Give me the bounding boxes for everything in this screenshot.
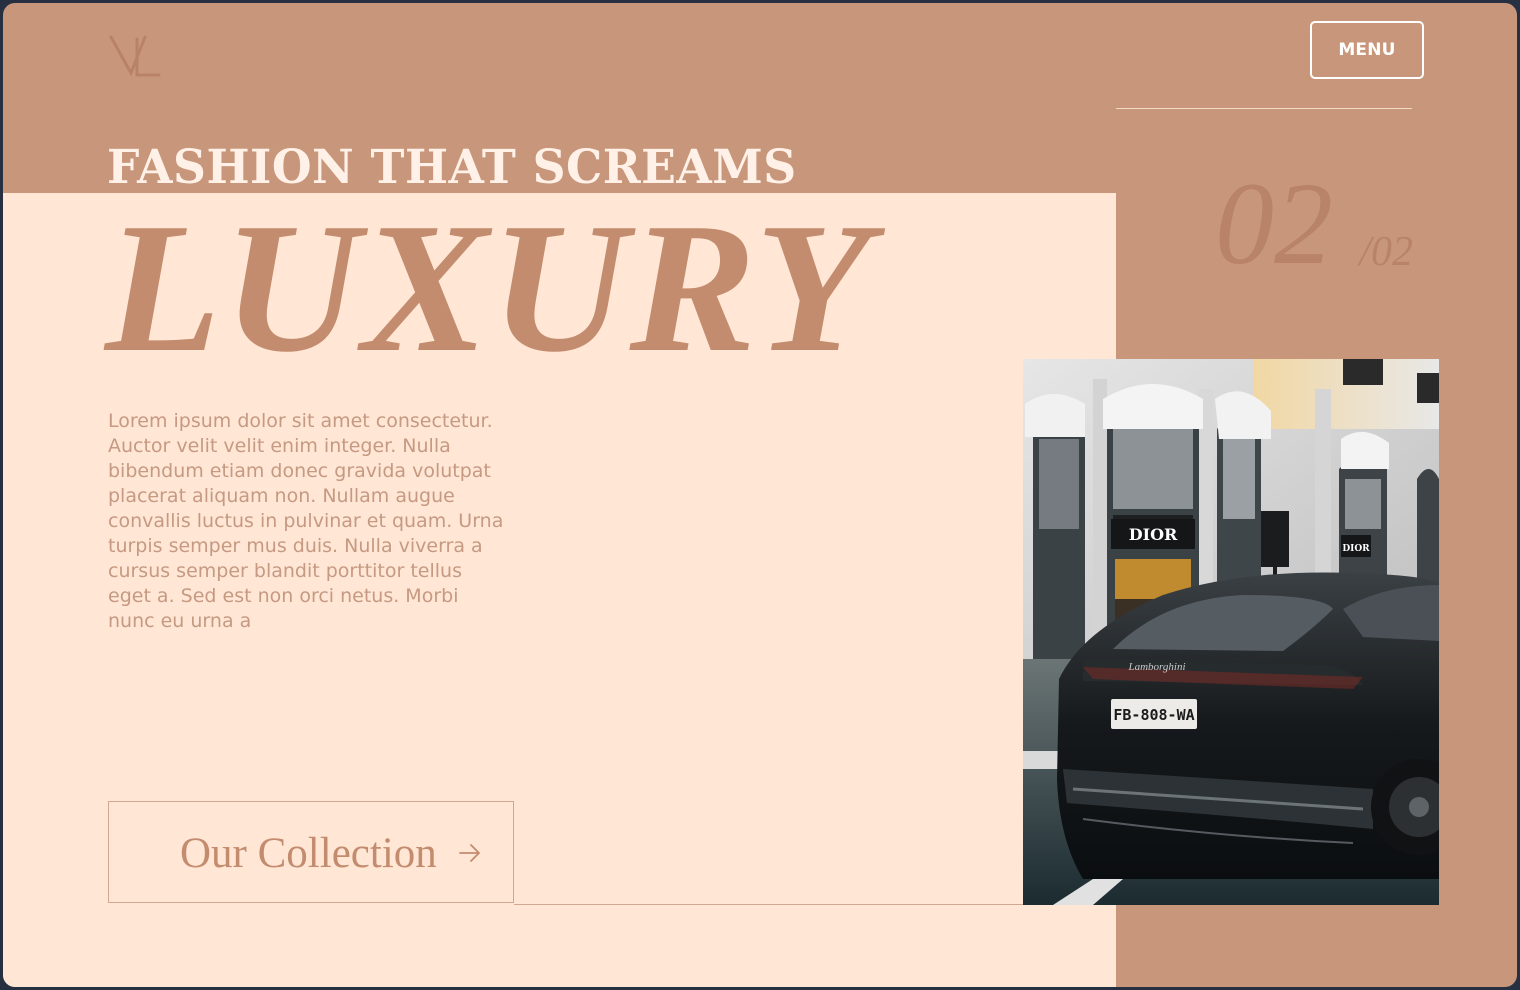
collection-underline <box>514 904 1025 905</box>
monogram-logo-icon <box>109 35 161 77</box>
license-plate-text: FB-808-WA <box>1113 706 1194 724</box>
slide-current: 02 <box>1215 158 1333 289</box>
hero-photo: DIOR DIOR FB-808-WA Lamborghini <box>1023 359 1439 905</box>
headline-main: LUXURY <box>105 185 873 391</box>
car-badge-text: Lamborghini <box>1127 661 1185 673</box>
slide-total: /02 <box>1359 229 1413 275</box>
arrow-right-icon <box>459 844 480 862</box>
hero-description: Lorem ipsum dolor sit amet consectetur. … <box>108 410 504 632</box>
menu-divider <box>1116 108 1412 109</box>
brand-logo[interactable] <box>107 33 163 81</box>
page-frame: MENU FASHION THAT SCREAMS LUXURY 02 /02 … <box>3 3 1517 987</box>
store-sign-text: DIOR <box>1129 525 1178 544</box>
menu-button[interactable]: MENU <box>1310 21 1424 79</box>
our-collection-label: Our Collection <box>180 830 437 877</box>
slide-counter: 02 /02 <box>1215 165 1413 283</box>
store-sign-small-text: DIOR <box>1342 544 1370 554</box>
our-collection-button[interactable]: Our Collection <box>108 801 514 903</box>
